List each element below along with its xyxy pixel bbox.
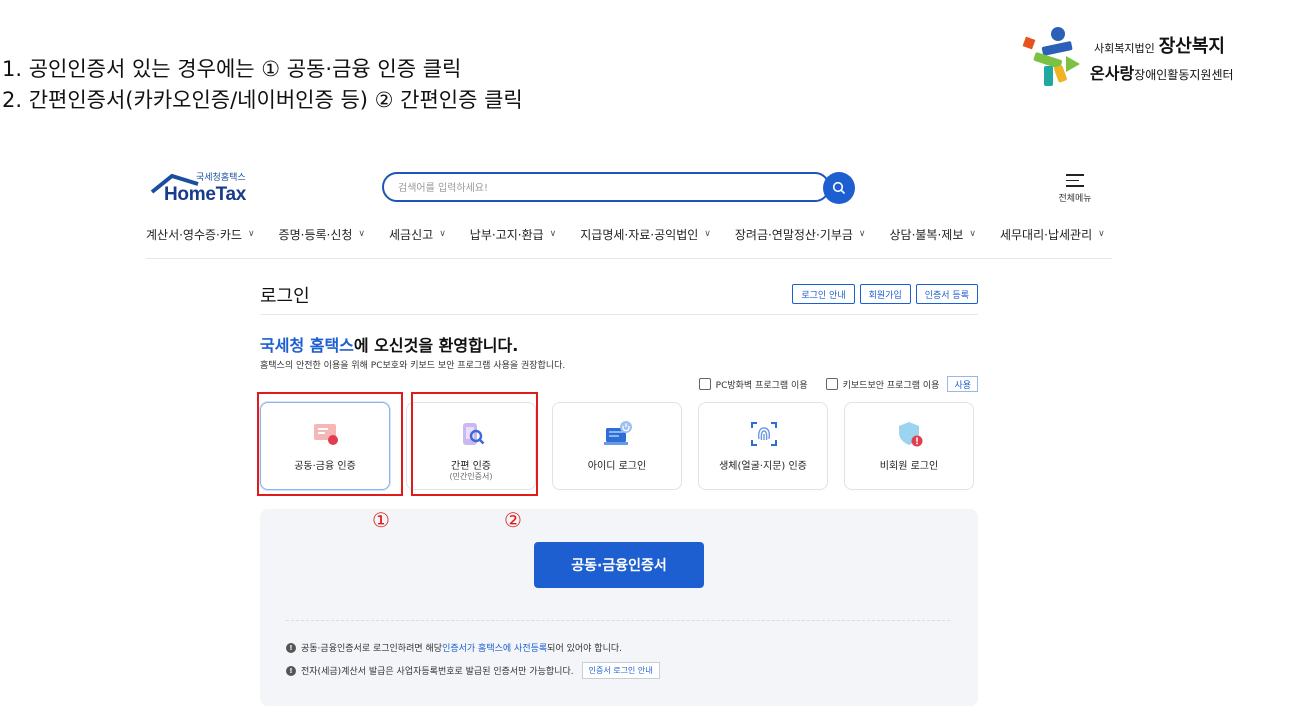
chevron-down-icon: ∨ xyxy=(549,229,557,239)
annotation-box-1 xyxy=(257,392,403,496)
notice-link[interactable]: 인증서가 홈택스에 사전등록 xyxy=(442,641,547,654)
page-title: 로그인 xyxy=(260,286,310,307)
card-id-login[interactable]: 아이디 로그인 xyxy=(552,402,682,490)
hamburger-icon xyxy=(1066,174,1084,187)
card-biometric[interactable]: 생체(얼굴·지문) 인증 xyxy=(698,402,828,490)
card-label: 비회원 로그인 xyxy=(879,461,939,472)
welcome-subtext: 홈택스의 안전한 이용을 위해 PC보호와 키보드 보안 프로그램 사용을 권장… xyxy=(260,361,566,371)
notice-1: ! 공동·금융인증서로 로그인하려면 해당 인증서가 홈택스에 사전등록 되어 있… xyxy=(286,641,622,654)
checkbox[interactable] xyxy=(825,378,838,390)
login-guide-button[interactable]: 로그인 안내 xyxy=(792,284,855,304)
instruction-line-2: 2. 간편인증서(카카오인증/네이버인증 등) ② 간편인증 클릭 xyxy=(2,88,523,112)
info-icon: ! xyxy=(286,642,296,653)
org-logo-mark-icon xyxy=(1022,27,1080,86)
org-name-big: 장산복지 xyxy=(1158,36,1225,57)
cert-register-button[interactable]: 인증서 등록 xyxy=(915,284,978,304)
instruction-line-1: 1. 공인인증서 있는 경우에는 ① 공동·금융 인증 클릭 xyxy=(2,57,462,81)
logo-subtitle: 국세청홈택스 xyxy=(196,173,246,183)
cert-login-panel: 공동·금융인증서 ! 공동·금융인증서로 로그인하려면 해당 인증서가 홈택스에… xyxy=(260,509,978,706)
org-logo: 사회복지법인 장산복지 온사랑장애인활동지원센터 xyxy=(1020,26,1280,92)
search-input[interactable] xyxy=(398,179,798,197)
all-menu-label: 전체메뉴 xyxy=(1058,193,1092,204)
main-nav: 계산서·영수증·카드 ∨ 증명·등록·신청 ∨ 세금신고 ∨ 납부·고지·환급 ∨ 지급… xyxy=(146,222,1114,246)
card-label: 생체(얼굴·지문) 인증 xyxy=(719,461,807,472)
shield-alert-icon xyxy=(899,422,923,447)
nav-item-statement[interactable]: 지급명세·자료·공익법인 ∨ xyxy=(580,222,711,246)
card-guest-login[interactable]: 비회원 로그인 xyxy=(844,402,974,490)
hometax-logo[interactable]: 국세청홈택스 HomeTax xyxy=(150,170,260,206)
panel-divider xyxy=(286,620,950,621)
annotation-marker-1: ① xyxy=(372,508,390,532)
welcome-heading: 국세청 홈택스에 오신것을 환영합니다. xyxy=(260,336,519,355)
signup-button[interactable]: 회원가입 xyxy=(859,284,911,304)
center-name-big: 온사랑 xyxy=(1090,64,1135,83)
notice-2: ! 전자(세금)계산서 발급은 사업자등록번호로 발급된 인증서만 가능합니다.… xyxy=(286,662,660,679)
all-menu-button[interactable]: 전체메뉴 xyxy=(1050,170,1100,206)
info-icon: ! xyxy=(286,665,296,676)
nav-item-invoice[interactable]: 계산서·영수증·카드 ∨ xyxy=(146,222,255,246)
center-name-small: 장애인활동지원센터 xyxy=(1134,68,1234,82)
fingerprint-icon xyxy=(751,422,777,446)
checkbox[interactable] xyxy=(698,378,711,390)
nav-item-certificate[interactable]: 증명·등록·신청 ∨ xyxy=(279,222,365,246)
chevron-down-icon: ∨ xyxy=(969,229,976,239)
chevron-down-icon: ∨ xyxy=(858,229,866,239)
nav-item-agent[interactable]: 세무대리·납세관리 ∨ xyxy=(1000,222,1105,246)
nav-item-consult[interactable]: 상담·불복·제보 ∨ xyxy=(890,222,976,246)
annotation-marker-2: ② xyxy=(504,508,522,532)
security-options: PC방화벽 프로그램 이용 키보드보안 프로그램 이용 사용 xyxy=(681,376,978,392)
chevron-down-icon: ∨ xyxy=(439,229,446,239)
chevron-down-icon: ∨ xyxy=(704,229,711,239)
laptop-power-icon xyxy=(604,421,632,445)
logo-title: HomeTax xyxy=(164,184,247,205)
title-divider xyxy=(260,314,978,315)
nav-item-payment[interactable]: 납부·고지·환급 ∨ xyxy=(470,222,556,246)
nav-item-tax-filing[interactable]: 세금신고 ∨ xyxy=(389,222,446,246)
search-icon xyxy=(832,181,846,195)
search-bar xyxy=(382,172,830,202)
org-name-small: 사회복지법인 xyxy=(1094,42,1155,55)
pc-firewall-option[interactable]: PC방화벽 프로그램 이용 xyxy=(698,378,808,391)
header-divider xyxy=(146,258,1112,259)
joint-financial-cert-button[interactable]: 공동·금융인증서 xyxy=(534,542,704,588)
search-button[interactable] xyxy=(823,172,855,204)
chevron-down-icon: ∨ xyxy=(358,229,366,239)
login-links: 로그인 안내 회원가입 인증서 등록 xyxy=(792,284,978,304)
use-button[interactable]: 사용 xyxy=(947,376,978,392)
annotation-box-2 xyxy=(411,392,538,496)
chevron-down-icon: ∨ xyxy=(247,229,255,239)
card-label: 아이디 로그인 xyxy=(587,461,647,472)
instruction-text: 1. 공인인증서 있는 경우에는 ① 공동·금융 인증 클릭 2. 간편인증서(… xyxy=(2,54,523,116)
cert-login-guide-button[interactable]: 인증서 로그인 안내 xyxy=(581,662,660,679)
keyboard-security-option[interactable]: 키보드보안 프로그램 이용 xyxy=(825,378,939,391)
chevron-down-icon: ∨ xyxy=(1098,229,1105,239)
nav-item-year-end[interactable]: 장려금·연말정산·기부금 ∨ xyxy=(735,222,866,246)
